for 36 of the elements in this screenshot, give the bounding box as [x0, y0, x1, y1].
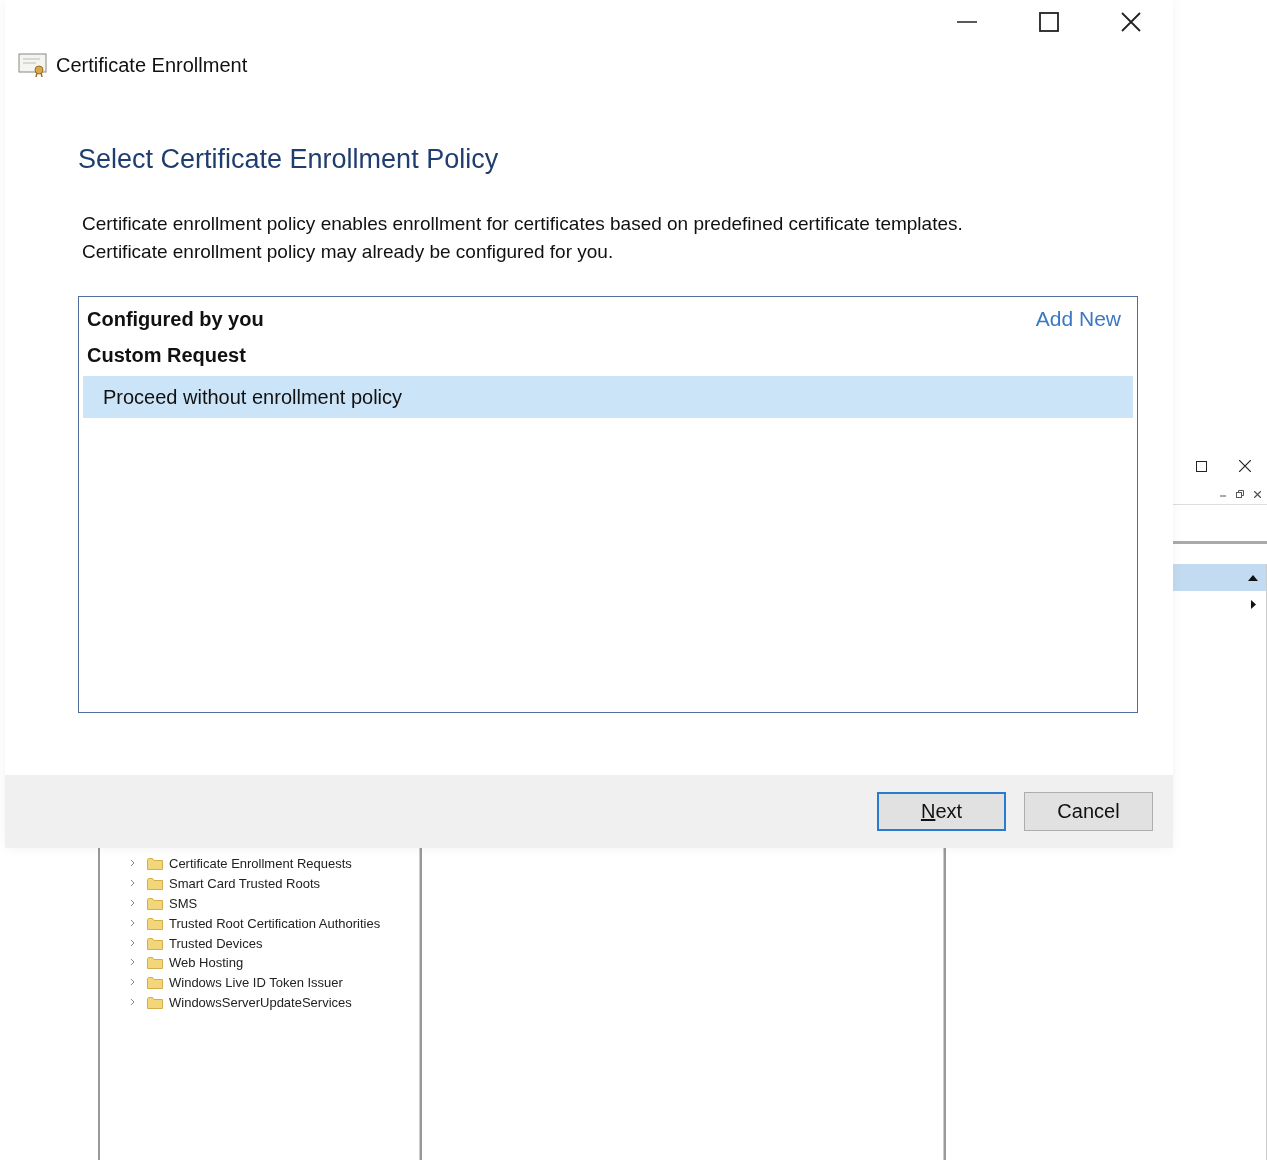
description-text: Certificate enrollment policy enables enrollment for certificates based on predefined certificate templates. [82, 212, 964, 236]
restore-icon[interactable] [1236, 490, 1244, 498]
policy-item[interactable]: Proceed without enrollment policy [83, 376, 1133, 418]
minimize-icon[interactable] [957, 20, 977, 24]
close-icon[interactable] [1239, 460, 1251, 472]
tree-item[interactable]: Trusted Root Certification Authorities [169, 915, 381, 931]
folder-icon [147, 995, 163, 1009]
dialog-button[interactable]: Next [877, 792, 1006, 831]
page-heading: Select Certificate Enrollment Policy [78, 144, 500, 176]
folder-icon [147, 956, 163, 970]
tree-item[interactable]: Windows Live ID Token Issuer [169, 975, 343, 991]
dialog-button[interactable]: Cancel [1024, 792, 1153, 831]
folder-icon [147, 976, 163, 990]
tree-item[interactable]: WindowsServerUpdateServices [169, 994, 352, 1010]
group-heading: Custom Request [87, 343, 246, 367]
maximize-icon[interactable] [1196, 460, 1207, 472]
tree-item[interactable]: SMS [169, 896, 198, 911]
window-title: Certificate Enrollment [56, 53, 248, 77]
tree-item[interactable]: Certificate Enrollment Requests [169, 856, 352, 872]
folder-icon [147, 897, 163, 910]
folder-icon [147, 936, 163, 950]
add-new-link[interactable]: Add New [1035, 307, 1129, 331]
maximize-icon[interactable] [1039, 12, 1059, 32]
tree-item[interactable]: Web Hosting [169, 955, 244, 971]
collapse-icon[interactable] [1248, 574, 1258, 581]
certificate-icon [18, 53, 48, 77]
expand-icon[interactable] [1251, 599, 1256, 609]
close-icon[interactable] [1254, 490, 1261, 498]
folder-icon [147, 877, 163, 891]
folder-icon [147, 916, 163, 930]
tree-item[interactable]: Smart Card Trusted Roots [169, 876, 320, 892]
group-heading: Configured by you [87, 307, 264, 331]
folder-icon [147, 857, 163, 871]
tree-item[interactable]: Trusted Devices [169, 935, 263, 951]
close-icon[interactable] [1121, 12, 1141, 32]
description-text: Certificate enrollment policy may already be configured for you. [82, 240, 615, 264]
